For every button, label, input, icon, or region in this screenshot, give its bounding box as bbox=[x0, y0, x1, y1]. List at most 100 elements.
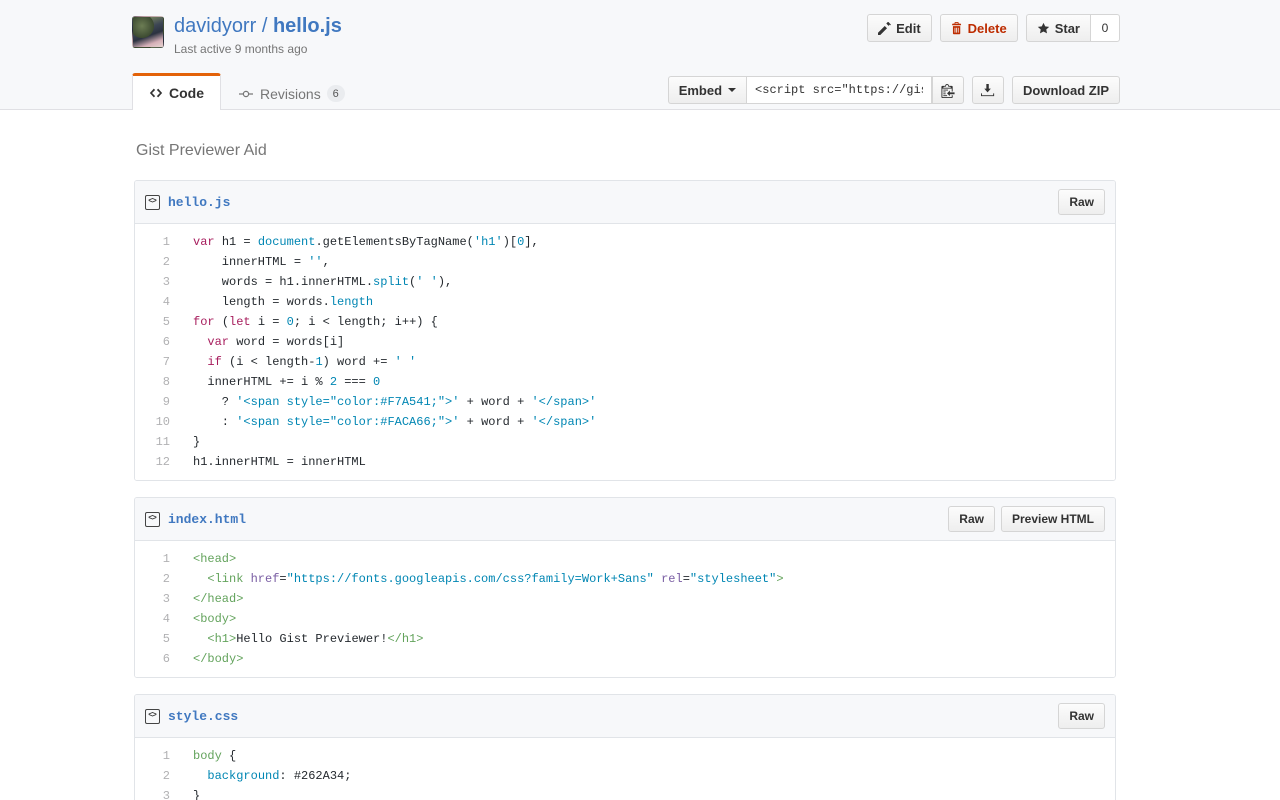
line-content: <h1>Hello Gist Previewer!</h1> bbox=[180, 629, 423, 649]
edit-button-label: Edit bbox=[896, 22, 921, 35]
files-container: <> hello.js Raw 1var h1 = document.getEleme… bbox=[134, 180, 1116, 800]
git-commit-icon bbox=[238, 87, 254, 101]
code-line: 4<body> bbox=[135, 609, 1115, 629]
embed-row: Embed Download ZIP bbox=[668, 76, 1120, 104]
code-line: 1<head> bbox=[135, 549, 1115, 569]
code-line: 1body { bbox=[135, 746, 1115, 766]
code-line: 2 <link href="https://fonts.googleapis.c… bbox=[135, 569, 1115, 589]
file-name-wrap: <>style.css bbox=[145, 709, 238, 724]
line-content: innerHTML = '', bbox=[180, 252, 330, 272]
file-box: <> hello.js Raw 1var h1 = document.getEleme… bbox=[134, 180, 1116, 481]
line-content: <link href="https://fonts.googleapis.com… bbox=[180, 569, 784, 589]
file-box: <>style.cssRaw1body {2 background: #262A… bbox=[134, 694, 1116, 800]
download-zip-button[interactable]: Download ZIP bbox=[1012, 76, 1120, 104]
line-content: } bbox=[180, 432, 200, 452]
line-content: <head> bbox=[180, 549, 236, 569]
code-line: 10 : '<span style="color:#FACA66;">' + w… bbox=[135, 412, 1115, 432]
avatar[interactable] bbox=[132, 16, 164, 48]
line-number: 12 bbox=[135, 452, 180, 472]
file-name-link[interactable]: index.html bbox=[168, 512, 246, 527]
clipboard-copy-icon bbox=[941, 83, 955, 98]
title-separator: / bbox=[262, 15, 268, 37]
code-line: 3 words = h1.innerHTML.split(' '), bbox=[135, 272, 1115, 292]
delete-button-label: Delete bbox=[968, 22, 1007, 35]
line-number: 1 bbox=[135, 549, 180, 569]
code-line: 5for (let i = 0; i < length; i++) { bbox=[135, 312, 1115, 332]
line-content: var word = words[i] bbox=[180, 332, 344, 352]
line-content: words = h1.innerHTML.split(' '), bbox=[180, 272, 452, 292]
code-line: 2 innerHTML = '', bbox=[135, 252, 1115, 272]
code-line: 8 innerHTML += i % 2 === 0 bbox=[135, 372, 1115, 392]
tab-revisions-label: Revisions bbox=[260, 86, 321, 102]
raw-button[interactable]: Raw bbox=[948, 506, 995, 532]
code-line: 1var h1 = document.getElementsByTagName(… bbox=[135, 232, 1115, 252]
line-number: 2 bbox=[135, 252, 180, 272]
line-content: : '<span style="color:#FACA66;">' + word… bbox=[180, 412, 596, 432]
embed-input[interactable] bbox=[746, 76, 932, 104]
owner-link[interactable]: davidyorr bbox=[174, 15, 256, 37]
tabs: Code Revisions 6 bbox=[132, 73, 362, 110]
trash-icon bbox=[951, 22, 963, 35]
delete-button[interactable]: Delete bbox=[940, 14, 1018, 42]
star-icon bbox=[1037, 22, 1050, 35]
gist-identity: davidyorr / hello.js Last active 9 month… bbox=[132, 14, 342, 58]
line-number: 3 bbox=[135, 272, 180, 292]
line-number: 8 bbox=[135, 372, 180, 392]
file-name-link[interactable]: style.css bbox=[168, 709, 238, 724]
line-content: </head> bbox=[180, 589, 243, 609]
code-line: 3</head> bbox=[135, 589, 1115, 609]
code-file-icon: <> bbox=[145, 195, 160, 210]
tab-code[interactable]: Code bbox=[132, 73, 221, 110]
line-content: body { bbox=[180, 746, 236, 766]
line-number: 1 bbox=[135, 232, 180, 252]
line-number: 9 bbox=[135, 392, 180, 412]
gist-filename-link[interactable]: hello.js bbox=[273, 15, 342, 37]
line-number: 1 bbox=[135, 746, 180, 766]
line-content: </body> bbox=[180, 649, 243, 669]
gist-description: Gist Previewer Aid bbox=[134, 110, 1116, 180]
code-line: 5 <h1>Hello Gist Previewer!</h1> bbox=[135, 629, 1115, 649]
raw-button[interactable]: Raw bbox=[1058, 189, 1105, 215]
download-button[interactable] bbox=[972, 76, 1004, 104]
line-content: innerHTML += i % 2 === 0 bbox=[180, 372, 380, 392]
star-button-group: Star 0 bbox=[1026, 14, 1120, 42]
line-number: 4 bbox=[135, 609, 180, 629]
code-line: 11} bbox=[135, 432, 1115, 452]
line-content: <body> bbox=[180, 609, 236, 629]
code-line: 9 ? '<span style="color:#F7A541;">' + wo… bbox=[135, 392, 1115, 412]
raw-button[interactable]: Raw bbox=[1058, 703, 1105, 729]
code-body: 1var h1 = document.getElementsByTagName(… bbox=[135, 224, 1115, 480]
copy-embed-button[interactable] bbox=[932, 76, 964, 104]
tab-bar: Code Revisions 6 Embed bbox=[0, 66, 1280, 110]
preview-html-button[interactable]: Preview HTML bbox=[1001, 506, 1105, 532]
embed-group: Embed bbox=[668, 76, 964, 104]
line-content: background: #262A34; bbox=[180, 766, 351, 786]
line-content: for (let i = 0; i < length; i++) { bbox=[180, 312, 438, 332]
tab-revisions[interactable]: Revisions 6 bbox=[221, 76, 362, 110]
star-count: 0 bbox=[1090, 14, 1120, 42]
tab-revisions-badge: 6 bbox=[327, 85, 345, 102]
title-row: davidyorr / hello.js Last active 9 month… bbox=[132, 14, 1120, 58]
embed-select[interactable]: Embed bbox=[668, 76, 746, 104]
line-content: length = words.length bbox=[180, 292, 373, 312]
file-name-link[interactable]: hello.js bbox=[168, 195, 230, 210]
line-number: 11 bbox=[135, 432, 180, 452]
code-line: 4 length = words.length bbox=[135, 292, 1115, 312]
star-button[interactable]: Star bbox=[1026, 14, 1090, 42]
pencil-icon bbox=[878, 22, 891, 35]
file-header: <> hello.js Raw bbox=[135, 181, 1115, 224]
code-icon bbox=[149, 86, 163, 100]
gist-header: davidyorr / hello.js Last active 9 month… bbox=[0, 0, 1280, 110]
code-line: 6</body> bbox=[135, 649, 1115, 669]
file-header: <>index.htmlRawPreview HTML bbox=[135, 498, 1115, 541]
line-content: } bbox=[180, 786, 200, 800]
line-number: 5 bbox=[135, 629, 180, 649]
line-number: 6 bbox=[135, 649, 180, 669]
file-actions: Raw bbox=[1058, 703, 1105, 729]
code-line: 6 var word = words[i] bbox=[135, 332, 1115, 352]
file-name-wrap: <> hello.js bbox=[145, 195, 230, 210]
code-line: 3} bbox=[135, 786, 1115, 800]
star-button-label: Star bbox=[1055, 22, 1080, 35]
file-box: <>index.htmlRawPreview HTML1<head>2 <lin… bbox=[134, 497, 1116, 678]
edit-button[interactable]: Edit bbox=[867, 14, 932, 42]
